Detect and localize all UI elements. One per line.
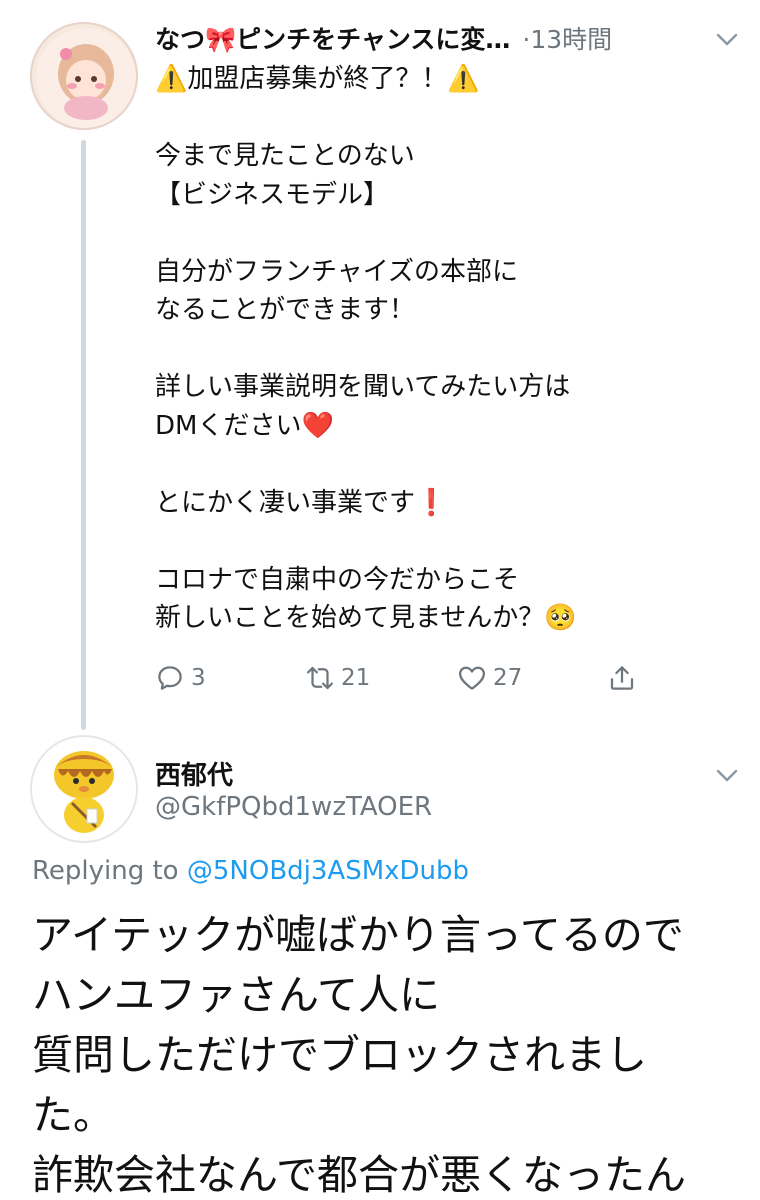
author-avatar[interactable] [30, 22, 138, 130]
tweet-actions-bar: 3 21 27 [155, 655, 655, 701]
retweet-icon [307, 666, 333, 690]
tweet-text-line: 【ビジネスモデル】 [155, 179, 390, 210]
tweet-text-line [155, 522, 715, 561]
tweet-text: ⚠️加盟店募集が終了？！⚠️ 今まで見たことのない 【ビジネスモデル】 自分がフ… [155, 60, 715, 638]
tweet-text-line: 今まで見たことのない [155, 141, 415, 171]
tweet-text-line: DMください❤️ [155, 410, 334, 441]
tweet-text-line: 新しいことを始めて見ませんか？🥺 [155, 603, 577, 633]
retweet-count: 21 [341, 665, 371, 691]
tweet-thread: なつ🎀ピンチをチャンスに変… ·13時間 ⚠️加盟店募集が終了？！⚠️ 今まで見… [0, 0, 760, 1200]
chevron-down-icon[interactable] [714, 762, 740, 788]
like-icon [459, 666, 485, 690]
replying-to-label: Replying to [32, 856, 179, 886]
reply-count: 3 [191, 665, 206, 691]
thread-connector-line [81, 140, 86, 730]
tweet-text-line: ⚠️加盟店募集が終了？！⚠️ [155, 64, 480, 94]
replying-to-mention-link[interactable]: @5NOBdj3ASMxDubb [187, 856, 469, 886]
tweet-text: アイテックが嘘ばかり言ってるので ハンユファさんて人に 質問しただけでブロックさ… [32, 905, 742, 1200]
tweet-header: なつ🎀ピンチをチャンスに変… ·13時間 [155, 18, 740, 58]
tweet-text-line: ハンユファさんて人に [32, 971, 440, 1019]
author-name[interactable]: 西郁代 [155, 755, 233, 792]
like-count: 27 [493, 665, 523, 691]
tweet-text-line: アイテックが嘘ばかり言ってるので [32, 911, 684, 959]
tweet-text-line: コロナで自粛中の今だからこそ [155, 564, 520, 595]
reply-icon [158, 666, 182, 690]
tweet-timestamp[interactable]: ·13時間 [522, 20, 612, 56]
tweet-text-line [155, 99, 715, 138]
tweet-text-line [155, 445, 715, 484]
tweet-text-line: 自分がフランチャイズの本部に [155, 256, 518, 287]
replying-to: Replying to @5NOBdj3ASMxDubb [32, 856, 469, 886]
tweet-text-line: 詳しい事業説明を聞いてみたい方は [155, 372, 571, 402]
tweet-text-line: とにかく凄い事業です❗️ [155, 487, 448, 518]
author-avatar[interactable] [30, 735, 138, 843]
tweet-text-line: 詐欺会社なんで都合が悪くなったん [32, 1151, 686, 1199]
share-button[interactable] [607, 655, 643, 701]
chevron-down-icon[interactable] [714, 26, 740, 52]
share-icon [610, 666, 634, 690]
reply-button[interactable]: 3 [155, 655, 206, 701]
tweet-text-line: 質問しただけでブロックされまし [32, 1031, 647, 1079]
author-name[interactable]: なつ🎀ピンチをチャンスに変… [155, 20, 510, 56]
retweet-button[interactable]: 21 [305, 655, 370, 701]
like-button[interactable]: 27 [457, 655, 522, 701]
tweet-text-line [155, 214, 715, 253]
tweet-text-line: た。 [32, 1091, 114, 1139]
tweet-text-line [155, 330, 715, 369]
tweet-text-line: なることができます！ [155, 295, 416, 325]
author-handle[interactable]: @GkfPQbd1wzTAOER [155, 792, 432, 822]
